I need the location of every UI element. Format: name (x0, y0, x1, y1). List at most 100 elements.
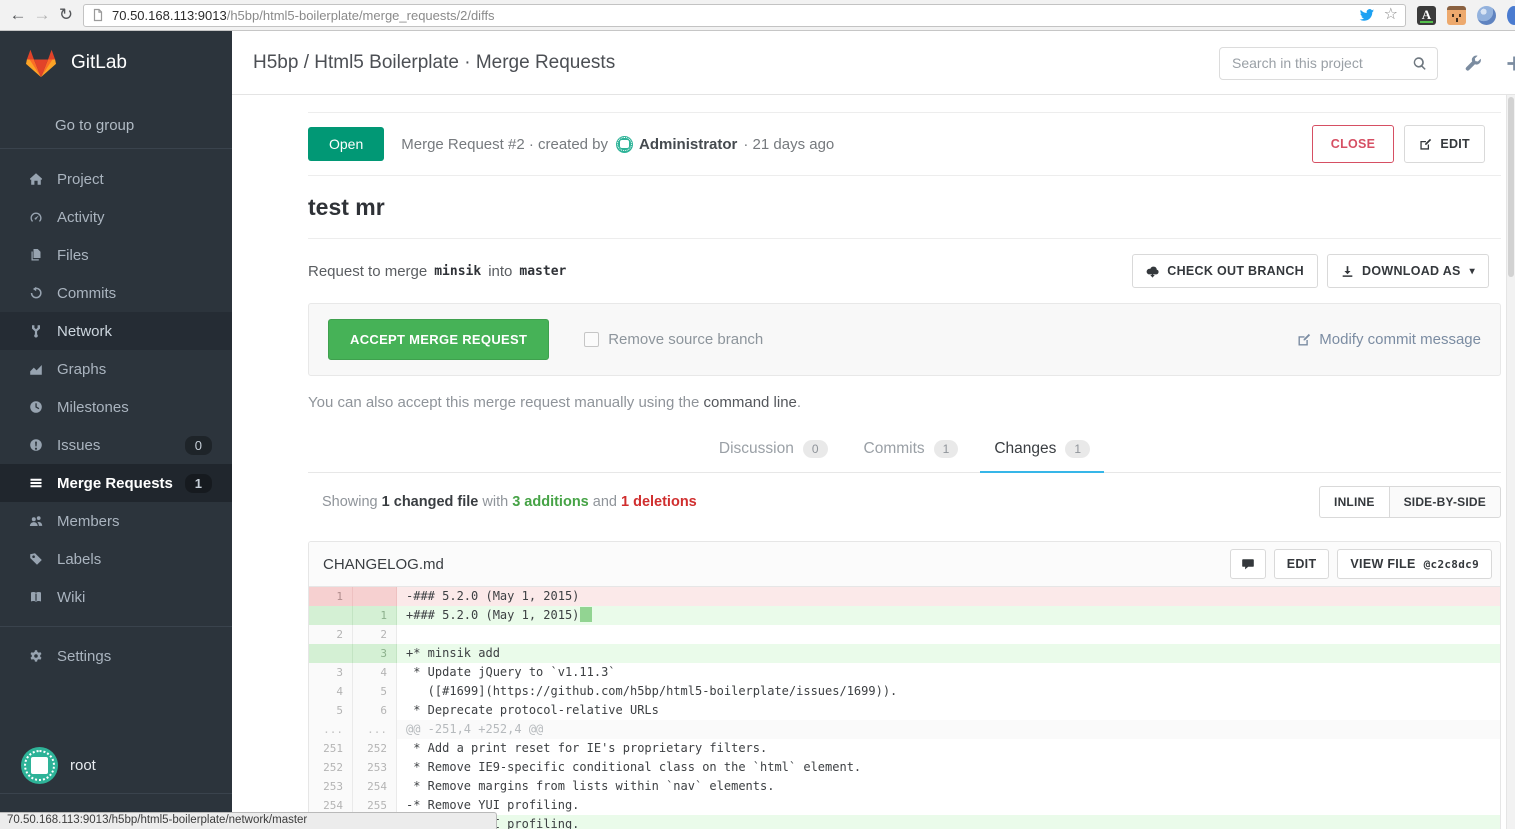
search-icon[interactable] (1412, 56, 1427, 71)
toggle-comments-button[interactable] (1230, 549, 1266, 579)
line-content: -### 5.2.0 (May 1, 2015) (397, 587, 1500, 606)
edit-mr-button[interactable]: EDIT (1404, 125, 1485, 163)
new-line-number[interactable]: 1 (353, 606, 397, 625)
bookmark-star-icon[interactable]: ☆ (1384, 7, 1398, 23)
sidebar-item-label: Labels (57, 551, 101, 568)
tag-icon (29, 552, 43, 566)
admin-wrench-icon[interactable] (1465, 55, 1482, 72)
address-bar[interactable]: 70.50.168.113:9013 /h5bp/html5-boilerpla… (83, 4, 1406, 27)
old-line-number[interactable]: 3 (309, 663, 353, 682)
browser-back-button[interactable]: ← (6, 3, 30, 27)
sidebar-item-count-badge: 1 (185, 474, 212, 493)
new-line-number[interactable]: 252 (353, 739, 397, 758)
url-path: /h5bp/html5-boilerplate/merge_requests/2… (227, 8, 495, 23)
author-name[interactable]: Administrator (639, 136, 737, 153)
download-as-button[interactable]: DOWNLOAD AS ▾ (1327, 254, 1489, 288)
download-icon (1341, 265, 1354, 278)
gitlab-wordmark: GitLab (71, 52, 127, 74)
sidebar-item-project[interactable]: Project (0, 160, 232, 198)
breadcrumb: H5bp / Html5 Boilerplate · Merge Request… (253, 52, 615, 74)
old-line-number[interactable]: 4 (309, 682, 353, 701)
line-content: -* Remove YUI profiling. (397, 796, 1500, 815)
old-line-number[interactable] (309, 606, 353, 625)
sidebar-item-merge-requests[interactable]: Merge Requests 1 (0, 464, 232, 502)
twitter-icon[interactable] (1359, 7, 1375, 23)
new-line-number[interactable] (353, 587, 397, 606)
new-line-number[interactable]: 254 (353, 777, 397, 796)
scrollbar-thumb[interactable] (1508, 97, 1514, 277)
new-line-number[interactable]: ... (353, 720, 397, 739)
new-line-number[interactable]: 5 (353, 682, 397, 701)
sidebar-item-network[interactable]: Network (0, 312, 232, 350)
sidebar-item-label: Wiki (57, 589, 85, 606)
old-line-number[interactable]: 252 (309, 758, 353, 777)
sidebar-item-label: Members (57, 513, 120, 530)
sidebar-item-commits[interactable]: Commits (0, 274, 232, 312)
sidebar-item-activity[interactable]: Activity (0, 198, 232, 236)
old-line-number[interactable]: 1 (309, 587, 353, 606)
old-line-number[interactable] (309, 644, 353, 663)
sidebar-item-graphs[interactable]: Graphs (0, 350, 232, 388)
remove-source-branch-checkbox[interactable] (584, 332, 599, 347)
line-content: * Remove IE9-specific conditional class … (397, 758, 1500, 777)
close-mr-button[interactable]: CLOSE (1312, 125, 1395, 163)
new-project-plus-icon[interactable] (1506, 55, 1515, 72)
new-line-number[interactable]: 4 (353, 663, 397, 682)
page-scrollbar[interactable] (1506, 95, 1515, 829)
sidebar-item-settings[interactable]: Settings (0, 637, 232, 675)
diff-file-name[interactable]: CHANGELOG.md (323, 556, 444, 573)
sidebar-item-milestones[interactable]: Milestones (0, 388, 232, 426)
command-line-link[interactable]: command line (704, 394, 797, 411)
caret-down-icon: ▾ (1470, 266, 1475, 277)
dictionary-extension-icon[interactable]: A (1417, 6, 1436, 25)
link-status-bar: 70.50.168.113:9013/h5bp/html5-boilerplat… (0, 812, 497, 829)
view-file-button[interactable]: VIEW FILE @c2c8dc9 (1337, 549, 1492, 579)
face-extension-icon[interactable] (1447, 6, 1466, 25)
tab-discussion[interactable]: Discussion 0 (705, 427, 842, 473)
browser-forward-button[interactable]: → (30, 3, 54, 27)
new-line-number[interactable]: 253 (353, 758, 397, 777)
new-line-number[interactable]: 2 (353, 625, 397, 644)
browser-reload-button[interactable]: ↻ (54, 3, 78, 27)
search-input[interactable] (1230, 54, 1412, 72)
old-line-number[interactable]: 251 (309, 739, 353, 758)
tab-label: Commits (864, 440, 925, 458)
sidebar-item-label: Files (57, 247, 89, 264)
clipped-extension-icon[interactable] (1507, 6, 1515, 25)
sidebar-item-count-badge: 0 (185, 436, 212, 455)
mr-meta-prefix: Merge Request #2 · created by (401, 136, 608, 153)
new-line-number[interactable]: 3 (353, 644, 397, 663)
line-content: ([#1699](https://github.com/h5bp/html5-b… (397, 682, 1500, 701)
old-line-number[interactable]: 253 (309, 777, 353, 796)
sidebar-item-issues[interactable]: Issues 0 (0, 426, 232, 464)
old-line-number[interactable]: ... (309, 720, 353, 739)
edit-file-button[interactable]: EDIT (1274, 549, 1330, 579)
gitlab-logo-box[interactable]: GitLab (0, 31, 232, 95)
check-out-branch-button[interactable]: CHECK OUT BRANCH (1132, 254, 1318, 288)
changed-file-count[interactable]: 1 changed file (382, 494, 479, 510)
old-line-number[interactable]: 5 (309, 701, 353, 720)
tab-commits[interactable]: Commits 1 (850, 427, 973, 473)
download-as-label: DOWNLOAD AS (1362, 264, 1461, 278)
current-user[interactable]: root (21, 747, 96, 784)
diff-row: 253 254 * Remove margins from lists with… (309, 777, 1500, 796)
sidebar-item-label: Network (57, 323, 112, 340)
modify-commit-message-link[interactable]: Modify commit message (1297, 331, 1481, 348)
inline-view-button[interactable]: INLINE (1319, 486, 1389, 518)
line-content: +### 5.2.0 (May 1, 2015) (397, 606, 1500, 625)
sidebar-item-members[interactable]: Members (0, 502, 232, 540)
go-to-group-link[interactable]: Go to group (0, 95, 232, 148)
old-line-number[interactable]: 2 (309, 625, 353, 644)
globe-extension-icon[interactable] (1477, 6, 1496, 25)
new-line-number[interactable]: 6 (353, 701, 397, 720)
sidebar-item-files[interactable]: Files (0, 236, 232, 274)
sidebar-item-wiki[interactable]: Wiki (0, 578, 232, 616)
side-by-side-view-button[interactable]: SIDE-BY-SIDE (1389, 486, 1501, 518)
tab-changes[interactable]: Changes 1 (980, 427, 1104, 473)
browser-toolbar: ← → ↻ 70.50.168.113:9013 /h5bp/html5-boi… (0, 0, 1515, 31)
author-avatar[interactable] (616, 136, 633, 153)
diff-table: 1 -### 5.2.0 (May 1, 2015) 1 +### 5.2.0 … (309, 587, 1500, 829)
accept-merge-request-button[interactable]: ACCEPT MERGE REQUEST (328, 319, 549, 360)
graphs-icon (29, 362, 43, 376)
sidebar-item-labels[interactable]: Labels (0, 540, 232, 578)
